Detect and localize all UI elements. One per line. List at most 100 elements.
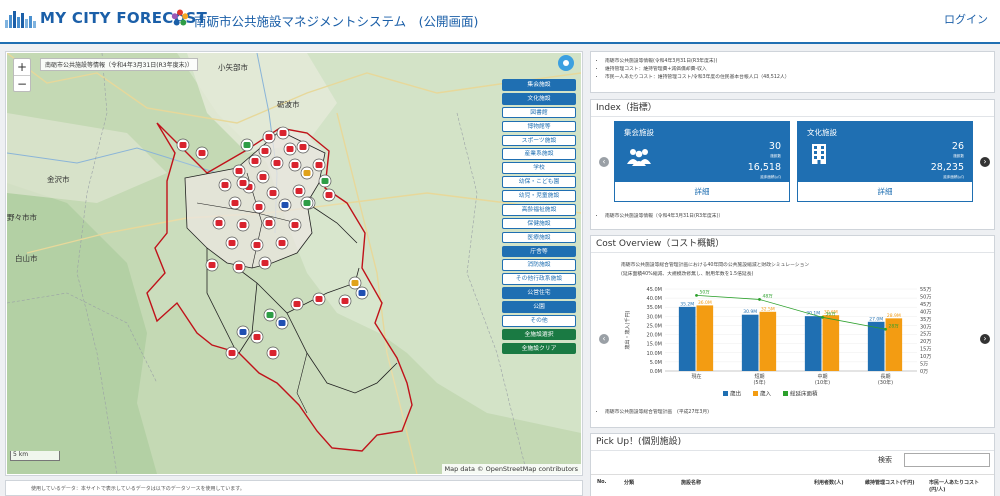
- login-link[interactable]: ログイン: [944, 11, 988, 27]
- facility-marker-glyph: [253, 242, 261, 248]
- floor-area: 28,235: [930, 162, 964, 173]
- table-column-header[interactable]: 市民一人あたりコスト(円/人): [929, 479, 985, 493]
- summary-note: 維持管理コスト：維持管理費+減価償却費-収入: [605, 66, 994, 74]
- facility-marker-glyph: [303, 170, 311, 176]
- facility-marker-glyph: [228, 350, 236, 356]
- prev-arrow-icon[interactable]: ‹: [599, 334, 609, 344]
- facility-marker-glyph: [239, 180, 247, 186]
- bar: [741, 314, 759, 371]
- y2-tick-label: 10万: [920, 354, 931, 360]
- prev-arrow-icon[interactable]: ‹: [599, 157, 609, 167]
- category-button[interactable]: 消防施設: [502, 259, 576, 272]
- facility-marker-glyph: [239, 222, 247, 228]
- facility-marker-glyph: [231, 200, 239, 206]
- facility-marker-glyph: [228, 240, 236, 246]
- y2-tick-label: 45万: [920, 302, 931, 308]
- cost-note-text: 南砺市公共施設等総合管理計画 (平成27年3月): [605, 409, 709, 417]
- cost-chart: 0.0M 5.0M 10.0M 15.0M 20.0M 25.0M 30.0M 35.0M 40…: [624, 287, 941, 398]
- search-input[interactable]: [904, 453, 990, 467]
- y2-tick-label: 50万: [920, 294, 931, 300]
- facility-marker-glyph: [265, 134, 273, 140]
- y-tick-label: 30.0M: [647, 314, 662, 320]
- category-button[interactable]: 公園: [502, 301, 576, 313]
- data-label: 36.0M: [698, 300, 712, 306]
- search-label: 検索: [878, 456, 892, 464]
- card-title: 文化施設: [807, 128, 837, 137]
- next-arrow-icon[interactable]: ›: [980, 334, 990, 344]
- summary-panel: 南砺市公共施設等情報(令和4年3月31日(R3年度末)) 維持管理コスト：維持管…: [590, 51, 995, 93]
- cost-desc-sub: (延床面積40%縮減、大規模改修無し、耐用年数を1.5倍延長): [621, 272, 754, 277]
- x-tick-sublabel: (5年): [753, 379, 765, 386]
- category-button[interactable]: 高齢福祉施設: [502, 203, 576, 216]
- next-arrow-icon[interactable]: ›: [980, 157, 990, 167]
- zoom-out-button[interactable]: −: [14, 75, 30, 91]
- facility-marker-glyph: [358, 290, 366, 296]
- cost-desc: 南砺市公共施設等総合管理計画における40年間の公共施設縮減と財政シミュレーション: [621, 263, 810, 268]
- category-button[interactable]: 全施設クリア: [502, 342, 576, 355]
- category-button[interactable]: 幼児・児童施設: [502, 190, 576, 202]
- bar: [822, 315, 840, 371]
- data-label: 32.5M: [761, 306, 775, 312]
- y2-tick-label: 5万: [920, 362, 928, 368]
- category-button[interactable]: 産業系施設: [502, 148, 576, 161]
- pickup-table-header: No. 分類 施設名称 利用者数(人) 維持管理コスト(千円) 市民一人あたりコスト(円/…: [591, 474, 994, 494]
- facility-marker-glyph: [315, 162, 323, 168]
- bar: [804, 316, 822, 371]
- y2-tick-label: 25万: [920, 332, 931, 338]
- data-label: 35.2M: [680, 301, 694, 307]
- facility-marker-glyph: [261, 260, 269, 266]
- cost-title: Cost Overview（コスト概観）: [591, 236, 994, 253]
- category-button[interactable]: 文化施設: [502, 92, 576, 105]
- zoom-in-button[interactable]: +: [14, 59, 30, 75]
- facility-count: 30: [768, 141, 781, 152]
- bar: [678, 306, 696, 371]
- summary-notes: 南砺市公共施設等情報(令和4年3月31日(R3年度末)) 維持管理コスト：維持管…: [591, 52, 994, 82]
- category-button[interactable]: 保健施設: [502, 217, 576, 230]
- legend-label: 総延床面積: [790, 390, 818, 398]
- category-button[interactable]: 幼保・こども園: [502, 176, 576, 188]
- facility-marker-glyph: [269, 350, 277, 356]
- y-tick-label: 15.0M: [647, 342, 662, 348]
- category-button[interactable]: その他行政系施設: [502, 273, 576, 285]
- facility-marker-glyph: [278, 240, 286, 246]
- detail-button[interactable]: 詳細: [798, 182, 972, 202]
- facility-map[interactable]: 小矢部市 砺波市 金沢市 野々市市 白山市 + − 南砺市公共施設等情報（令和4…: [7, 53, 581, 474]
- y-tick-label: 35.0M: [647, 305, 662, 311]
- map-panel: 小矢部市 砺波市 金沢市 野々市市 白山市 + − 南砺市公共施設等情報（令和4…: [5, 51, 583, 476]
- index-card-gathering: 集会施設 30 施設数 16,518 延床面積(㎡) 詳細: [614, 121, 790, 202]
- category-button[interactable]: 図書館: [502, 106, 576, 119]
- category-button[interactable]: 全施設選択: [502, 328, 576, 341]
- facility-marker-glyph: [235, 168, 243, 174]
- y2-tick-label: 15万: [920, 347, 931, 353]
- category-button[interactable]: 学校: [502, 162, 576, 174]
- pickup-panel: Pick Up！(個別施設) 検索 No. 分類 施設名称 利用者数(人) 維持管理コス…: [590, 433, 995, 496]
- category-button[interactable]: 集会施設: [502, 79, 576, 91]
- index-card-culture: 文化施設 26 施設数 28,235 延床面積(㎡) 詳細: [797, 121, 973, 202]
- y2-tick-label: 55万: [920, 287, 931, 293]
- people-icon: [627, 149, 651, 166]
- y-tick-label: 5.0M: [650, 360, 662, 366]
- legend-swatch: [723, 391, 728, 396]
- category-button[interactable]: その他: [502, 314, 576, 327]
- location-pin-icon[interactable]: [558, 55, 574, 71]
- category-button[interactable]: 博物館等: [502, 120, 576, 133]
- category-button[interactable]: 公営住宅: [502, 287, 576, 299]
- series-point: [884, 327, 887, 331]
- table-column-header[interactable]: 利用者数(人): [814, 479, 870, 486]
- y-tick-label: 25.0M: [647, 323, 662, 329]
- map-attribution[interactable]: Map data © OpenStreetMap contributors: [441, 464, 581, 474]
- category-button[interactable]: 庁舎等: [502, 245, 576, 258]
- facility-marker-glyph: [239, 329, 247, 335]
- category-button[interactable]: スポーツ施設: [502, 134, 576, 147]
- facility-marker-glyph: [273, 160, 281, 166]
- detail-button[interactable]: 詳細: [615, 182, 789, 202]
- facility-marker-glyph: [266, 312, 274, 318]
- facility-marker-glyph: [255, 204, 263, 210]
- table-column-header[interactable]: 維持管理コスト(千円): [865, 479, 921, 486]
- category-button[interactable]: 医療施設: [502, 231, 576, 244]
- map-scale: 5 km: [10, 451, 60, 461]
- series-point: [758, 298, 761, 301]
- table-column-header[interactable]: 分類: [624, 479, 680, 486]
- x-tick-label: 中期: [817, 373, 827, 380]
- table-column-header[interactable]: 施設名称: [681, 479, 737, 486]
